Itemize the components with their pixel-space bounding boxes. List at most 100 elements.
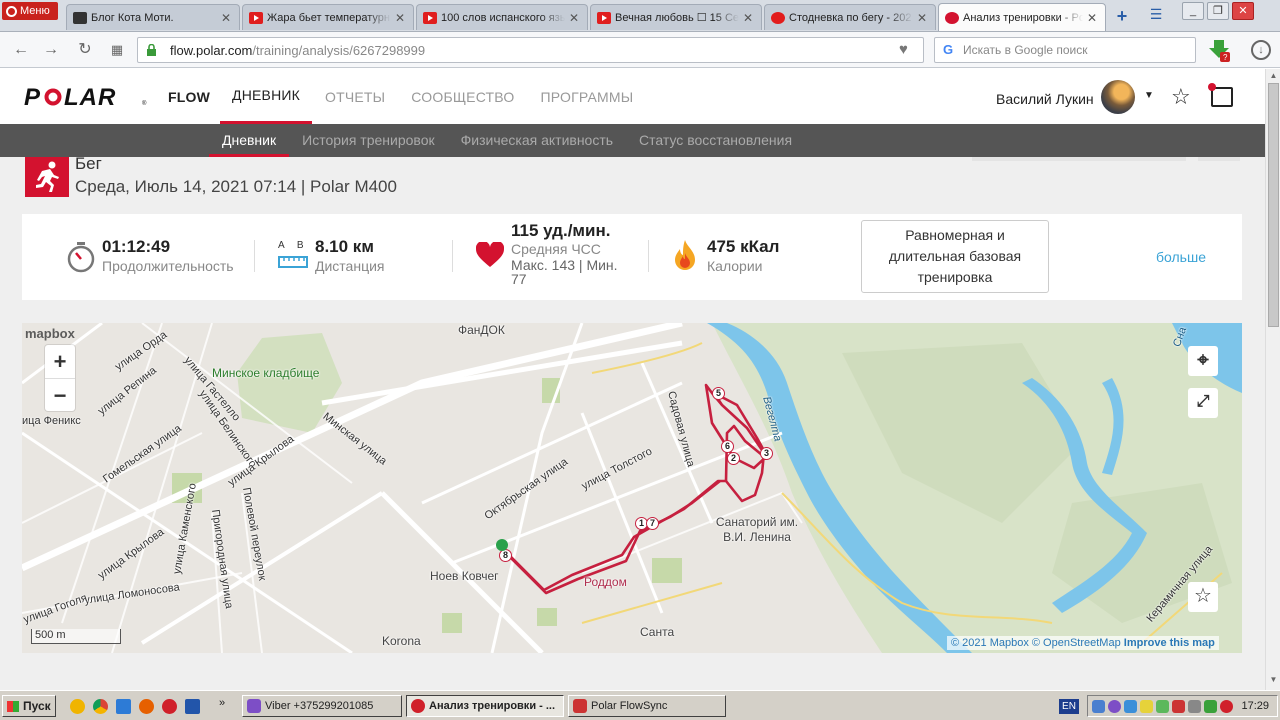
map-favorite-star-icon[interactable]: ☆ [1188, 582, 1218, 612]
scroll-thumb[interactable] [1268, 83, 1279, 327]
close-window-icon[interactable]: ✕ [1232, 2, 1254, 20]
new-tab-icon[interactable]: + [1112, 6, 1132, 26]
quicklaunch-explorer-icon[interactable] [116, 699, 131, 714]
km-marker[interactable]: 7 [646, 517, 659, 530]
tab-title: Стодневка по бегу - 202 [789, 11, 912, 24]
taskbar-item-opera[interactable]: Анализ тренировки - ... [406, 695, 564, 717]
subnav-training-history[interactable]: История тренировок [289, 124, 447, 157]
training-benefit-button[interactable]: Равномерная и длительная базовая трениро… [861, 220, 1049, 293]
nav-flow[interactable]: FLOW [166, 69, 210, 124]
language-indicator[interactable]: EN [1059, 699, 1079, 714]
opera-icon [411, 699, 425, 713]
polar-logo[interactable]: P LAR ® [24, 84, 150, 110]
osm-attribution-link[interactable]: © OpenStreetMap [1032, 637, 1121, 649]
tray-opera-icon[interactable] [1220, 700, 1233, 713]
nav-programs[interactable]: ПРОГРАММЫ [527, 69, 646, 124]
youtube-icon [597, 11, 611, 24]
notifications-icon[interactable] [1208, 83, 1233, 107]
km-marker[interactable]: 6 [721, 440, 734, 453]
tray-update-icon[interactable] [1156, 700, 1169, 713]
download-extension-icon[interactable]: ? [1208, 38, 1230, 62]
locate-icon[interactable]: ⌖ [1188, 346, 1218, 376]
map-scale: 500 m [31, 629, 121, 644]
favorites-star-icon[interactable]: ☆ [1171, 86, 1191, 108]
km-marker[interactable]: 2 [727, 452, 740, 465]
zoom-out-button[interactable]: − [45, 378, 75, 411]
tray-skype-icon[interactable] [1124, 700, 1137, 713]
subnav-recovery[interactable]: Статус восстановления [626, 124, 805, 157]
tray-folder-icon[interactable] [1140, 700, 1153, 713]
browser-menu-button[interactable]: Меню [2, 2, 58, 20]
quicklaunch-firefox-icon[interactable] [139, 699, 154, 714]
close-tab-icon[interactable]: ✕ [741, 11, 755, 25]
route-map[interactable]: ФанДОК улица Орда Минское кладбище улица… [22, 323, 1242, 653]
zoom-in-button[interactable]: + [45, 345, 75, 378]
back-icon[interactable]: ← [12, 41, 30, 59]
tab-blog[interactable]: Блог Кота Моти. ✕ [66, 4, 240, 30]
start-button[interactable]: Пуск [2, 695, 56, 717]
subnav-diary[interactable]: Дневник [209, 124, 290, 157]
hr-range: Макс. 143 | Мин. 77 [511, 257, 618, 287]
close-tab-icon[interactable]: ✕ [915, 11, 929, 25]
scroll-up-icon[interactable]: ▲ [1268, 71, 1279, 82]
tray-download-icon[interactable] [1204, 700, 1217, 713]
scroll-down-icon[interactable]: ▼ [1268, 675, 1279, 686]
hr-value: 115 уд./мин. [511, 221, 611, 240]
improve-map-link[interactable]: Improve this map [1124, 637, 1215, 649]
close-tab-icon[interactable]: ✕ [393, 11, 407, 25]
maximize-icon[interactable]: ❐ [1207, 2, 1229, 20]
quicklaunch-avast-icon[interactable] [70, 699, 85, 714]
tab-polar-analysis[interactable]: Анализ тренировки - Po ✕ [938, 3, 1106, 31]
start-flag-icon[interactable] [496, 539, 508, 551]
youtube-icon [249, 11, 263, 24]
taskbar-item-flowsync[interactable]: Polar FlowSync [568, 695, 726, 717]
bookmark-heart-icon[interactable]: ♥ [899, 41, 917, 59]
download-icon[interactable]: ↓ [1251, 40, 1271, 60]
map-label: Роддом [584, 575, 627, 589]
nav-community[interactable]: СООБЩЕСТВО [398, 69, 527, 124]
close-tab-icon[interactable]: ✕ [567, 11, 581, 25]
quicklaunch-expand-icon[interactable]: » [219, 697, 225, 709]
tab-youtube-3[interactable]: Вечная любовь ☐ 15 Се ✕ [590, 4, 762, 30]
content-area: Бег Среда, Июль 14, 2021 07:14 | Polar M… [0, 154, 1265, 690]
minimize-icon[interactable]: _ [1182, 2, 1204, 20]
km-marker[interactable]: 3 [760, 447, 773, 460]
more-link[interactable]: больше [1156, 249, 1206, 265]
quicklaunch-opera-icon[interactable] [162, 699, 177, 714]
tray-network-icon[interactable] [1092, 700, 1105, 713]
quicklaunch-chrome-icon[interactable] [93, 699, 108, 714]
user-name[interactable]: Василий Лукин [996, 91, 1094, 107]
subnav-activity[interactable]: Физическая активность [448, 124, 626, 157]
tray-viber-icon[interactable] [1108, 700, 1121, 713]
mapbox-attribution-link[interactable]: © 2021 Mapbox [951, 637, 1029, 649]
mapbox-logo[interactable]: mapbox [25, 326, 75, 341]
browser-tab-strip: Меню Блог Кота Моти. ✕ Жара бьет температ… [0, 0, 1280, 32]
forward-icon[interactable]: → [42, 41, 60, 59]
url-text: flow.polar.com/training/analysis/6267298… [170, 43, 425, 58]
main-nav: FLOW ДНЕВНИК ОТЧЕТЫ СООБЩЕСТВО ПРОГРАММЫ [166, 69, 646, 124]
nav-reports[interactable]: ОТЧЕТЫ [312, 69, 398, 124]
close-tab-icon[interactable]: ✕ [219, 11, 233, 25]
google-search-field[interactable]: G Искать в Google поиск [934, 37, 1196, 63]
tab-youtube-2[interactable]: 100 слов испанского язы ✕ [416, 4, 588, 30]
quicklaunch-save-icon[interactable] [185, 699, 200, 714]
close-tab-icon[interactable]: ✕ [1085, 11, 1099, 25]
km-marker[interactable]: 5 [712, 387, 725, 400]
tab-stodnevka[interactable]: Стодневка по бегу - 202 ✕ [764, 4, 936, 30]
fullscreen-icon[interactable]: ⤢ [1188, 388, 1218, 418]
avatar[interactable] [1101, 80, 1135, 114]
nav-diary[interactable]: ДНЕВНИК [220, 69, 313, 124]
page-scrollbar[interactable]: ▲ ▼ [1265, 69, 1280, 690]
taskbar-item-viber[interactable]: Viber +375299201085 [242, 695, 402, 717]
chevron-down-icon[interactable]: ▼ [1144, 90, 1154, 101]
tray-volume-icon[interactable] [1188, 700, 1201, 713]
url-field[interactable]: flow.polar.com/training/analysis/6267298… [137, 37, 924, 63]
reload-icon[interactable]: ↻ [76, 41, 94, 59]
tray-shield-icon[interactable] [1172, 700, 1185, 713]
address-bar: ← → ↻ ▦ flow.polar.com/training/analysis… [0, 32, 1280, 68]
tab-youtube-1[interactable]: Жара бьет температурн ✕ [242, 4, 414, 30]
heart-rate-icon [476, 242, 504, 267]
speed-dial-icon[interactable]: ▦ [108, 41, 126, 59]
header-action-placeholder [1198, 157, 1240, 161]
tab-menu-icon[interactable]: ☰ [1146, 6, 1166, 26]
